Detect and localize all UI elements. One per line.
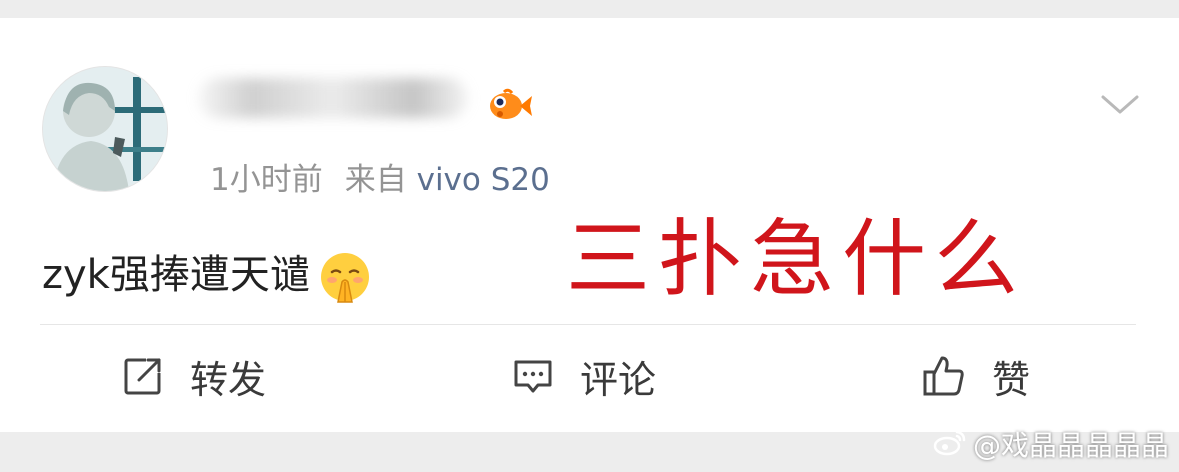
comment-button[interactable]: 评论	[512, 344, 656, 408]
comment-icon	[514, 360, 552, 393]
username-blurred[interactable]	[198, 70, 488, 126]
watermark-text: @戏晶晶晶晶晶	[972, 429, 1169, 462]
thumbs-up-icon	[923, 356, 964, 396]
divider	[40, 324, 1136, 325]
fish-badge-icon	[484, 86, 534, 126]
repost-button[interactable]: 转发	[122, 344, 266, 408]
device-source-link[interactable]: vivo S20	[417, 162, 550, 198]
avatar[interactable]	[42, 66, 168, 192]
chevron-down-icon[interactable]	[1100, 92, 1140, 118]
comment-label: 评论	[580, 357, 657, 402]
post-card: 1小时前 来自 vivo S20 zyk强捧遭天谴 三扑急什么 转发 评论 赞	[0, 18, 1179, 432]
weibo-watermark: @戏晶晶晶晶晶	[933, 426, 1169, 466]
repost-icon	[124, 358, 161, 395]
source-prefix: 来自	[344, 162, 407, 198]
weibo-logo-icon	[933, 427, 967, 467]
post-content: zyk强捧遭天谴	[42, 240, 372, 310]
pleading-praying-emoji-icon	[318, 250, 372, 304]
post-time: 1小时前	[210, 162, 323, 198]
post-text: zyk强捧遭天谴	[42, 252, 310, 298]
like-button[interactable]: 赞	[922, 344, 1030, 408]
post-meta: 1小时前 来自 vivo S20	[210, 158, 550, 202]
like-label: 赞	[992, 357, 1031, 402]
repost-label: 转发	[190, 357, 267, 402]
red-overlay-text: 三扑急什么	[566, 210, 1027, 308]
